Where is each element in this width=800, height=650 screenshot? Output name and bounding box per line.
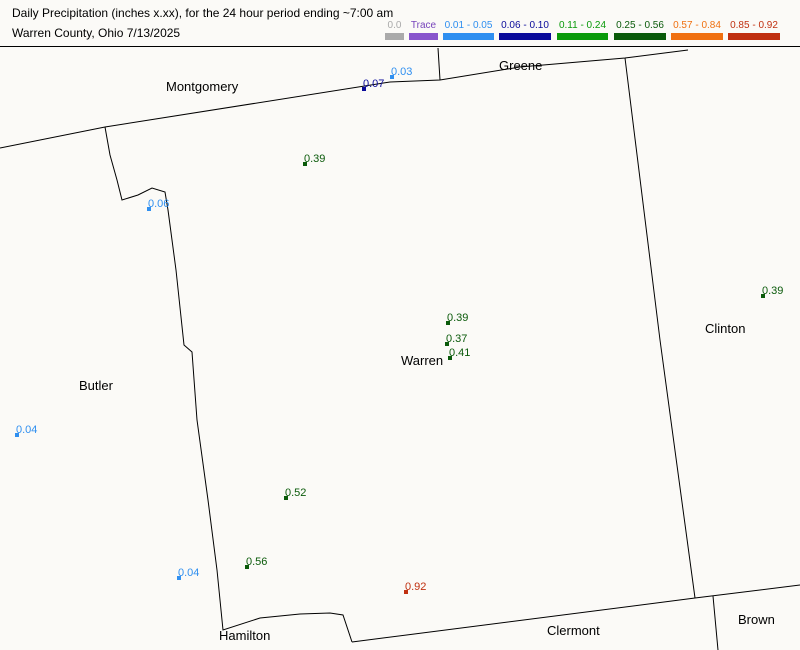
legend-swatch <box>557 33 608 40</box>
legend-swatch <box>499 33 551 40</box>
county-label-montgomery: Montgomery <box>166 79 239 94</box>
warren-clinton-boundary <box>624 57 696 599</box>
station-value: 0.41 <box>449 347 470 359</box>
station-value: 0.06 <box>148 198 169 210</box>
station-value: 0.92 <box>405 581 426 593</box>
station: 0.04 <box>15 424 37 437</box>
county-boundaries <box>0 47 800 650</box>
station: 0.52 <box>284 487 306 500</box>
station-value: 0.39 <box>304 153 325 165</box>
county-label-butler: Butler <box>79 378 114 393</box>
station-markers: 0.03 0.07 0.39 0.06 0.39 0.39 0.37 0.41 0.04 0.52… <box>15 66 783 594</box>
station: 0.41 <box>448 347 470 360</box>
precipitation-map-page: Daily Precipitation (inches x.xx), for t… <box>0 0 800 650</box>
map-subtitle: Warren County, Ohio 7/13/2025 <box>12 26 181 40</box>
map-title: Daily Precipitation (inches x.xx), for t… <box>12 6 394 20</box>
station: 0.03 <box>390 66 412 79</box>
station: 0.56 <box>245 556 267 569</box>
legend-label: 0.85 - 0.92 <box>730 20 778 31</box>
station-value: 0.39 <box>447 312 468 324</box>
legend-swatch <box>671 33 723 40</box>
legend-swatch <box>409 33 438 40</box>
station-value: 0.04 <box>178 567 199 579</box>
station-value: 0.37 <box>446 333 467 345</box>
montgomery-greene-boundary <box>437 47 441 81</box>
station-value: 0.07 <box>363 78 384 90</box>
legend-swatch <box>385 33 404 40</box>
station: 0.04 <box>177 567 199 580</box>
county-label-brown: Brown <box>738 612 775 627</box>
station-value: 0.03 <box>391 66 412 78</box>
station-value: 0.39 <box>762 285 783 297</box>
county-label-warren: Warren <box>401 353 443 368</box>
legend-swatch <box>614 33 666 40</box>
county-label-clinton: Clinton <box>705 321 745 336</box>
map-header: Daily Precipitation (inches x.xx), for t… <box>0 0 800 47</box>
legend-swatch <box>443 33 494 40</box>
county-label-clermont: Clermont <box>547 623 600 638</box>
station: 0.39 <box>303 153 325 166</box>
station: 0.37 <box>445 333 467 346</box>
station: 0.07 <box>362 78 384 91</box>
county-label-hamilton: Hamilton <box>219 628 270 643</box>
station: 0.39 <box>446 312 468 325</box>
station: 0.92 <box>404 581 426 594</box>
butler-warren-boundary <box>104 126 353 643</box>
station: 0.06 <box>147 198 169 211</box>
county-labels: Montgomery Greene Butler Warren Clinton … <box>79 58 775 643</box>
county-label-greene: Greene <box>499 58 542 73</box>
station: 0.39 <box>761 285 783 298</box>
station-value: 0.56 <box>246 556 267 568</box>
county-map: Montgomery Greene Butler Warren Clinton … <box>0 47 800 650</box>
station-value: 0.52 <box>285 487 306 499</box>
station-value: 0.04 <box>16 424 37 436</box>
montgomery-warren-boundary <box>0 49 689 149</box>
legend-swatch <box>728 33 780 40</box>
clermont-brown-boundary <box>712 595 719 650</box>
